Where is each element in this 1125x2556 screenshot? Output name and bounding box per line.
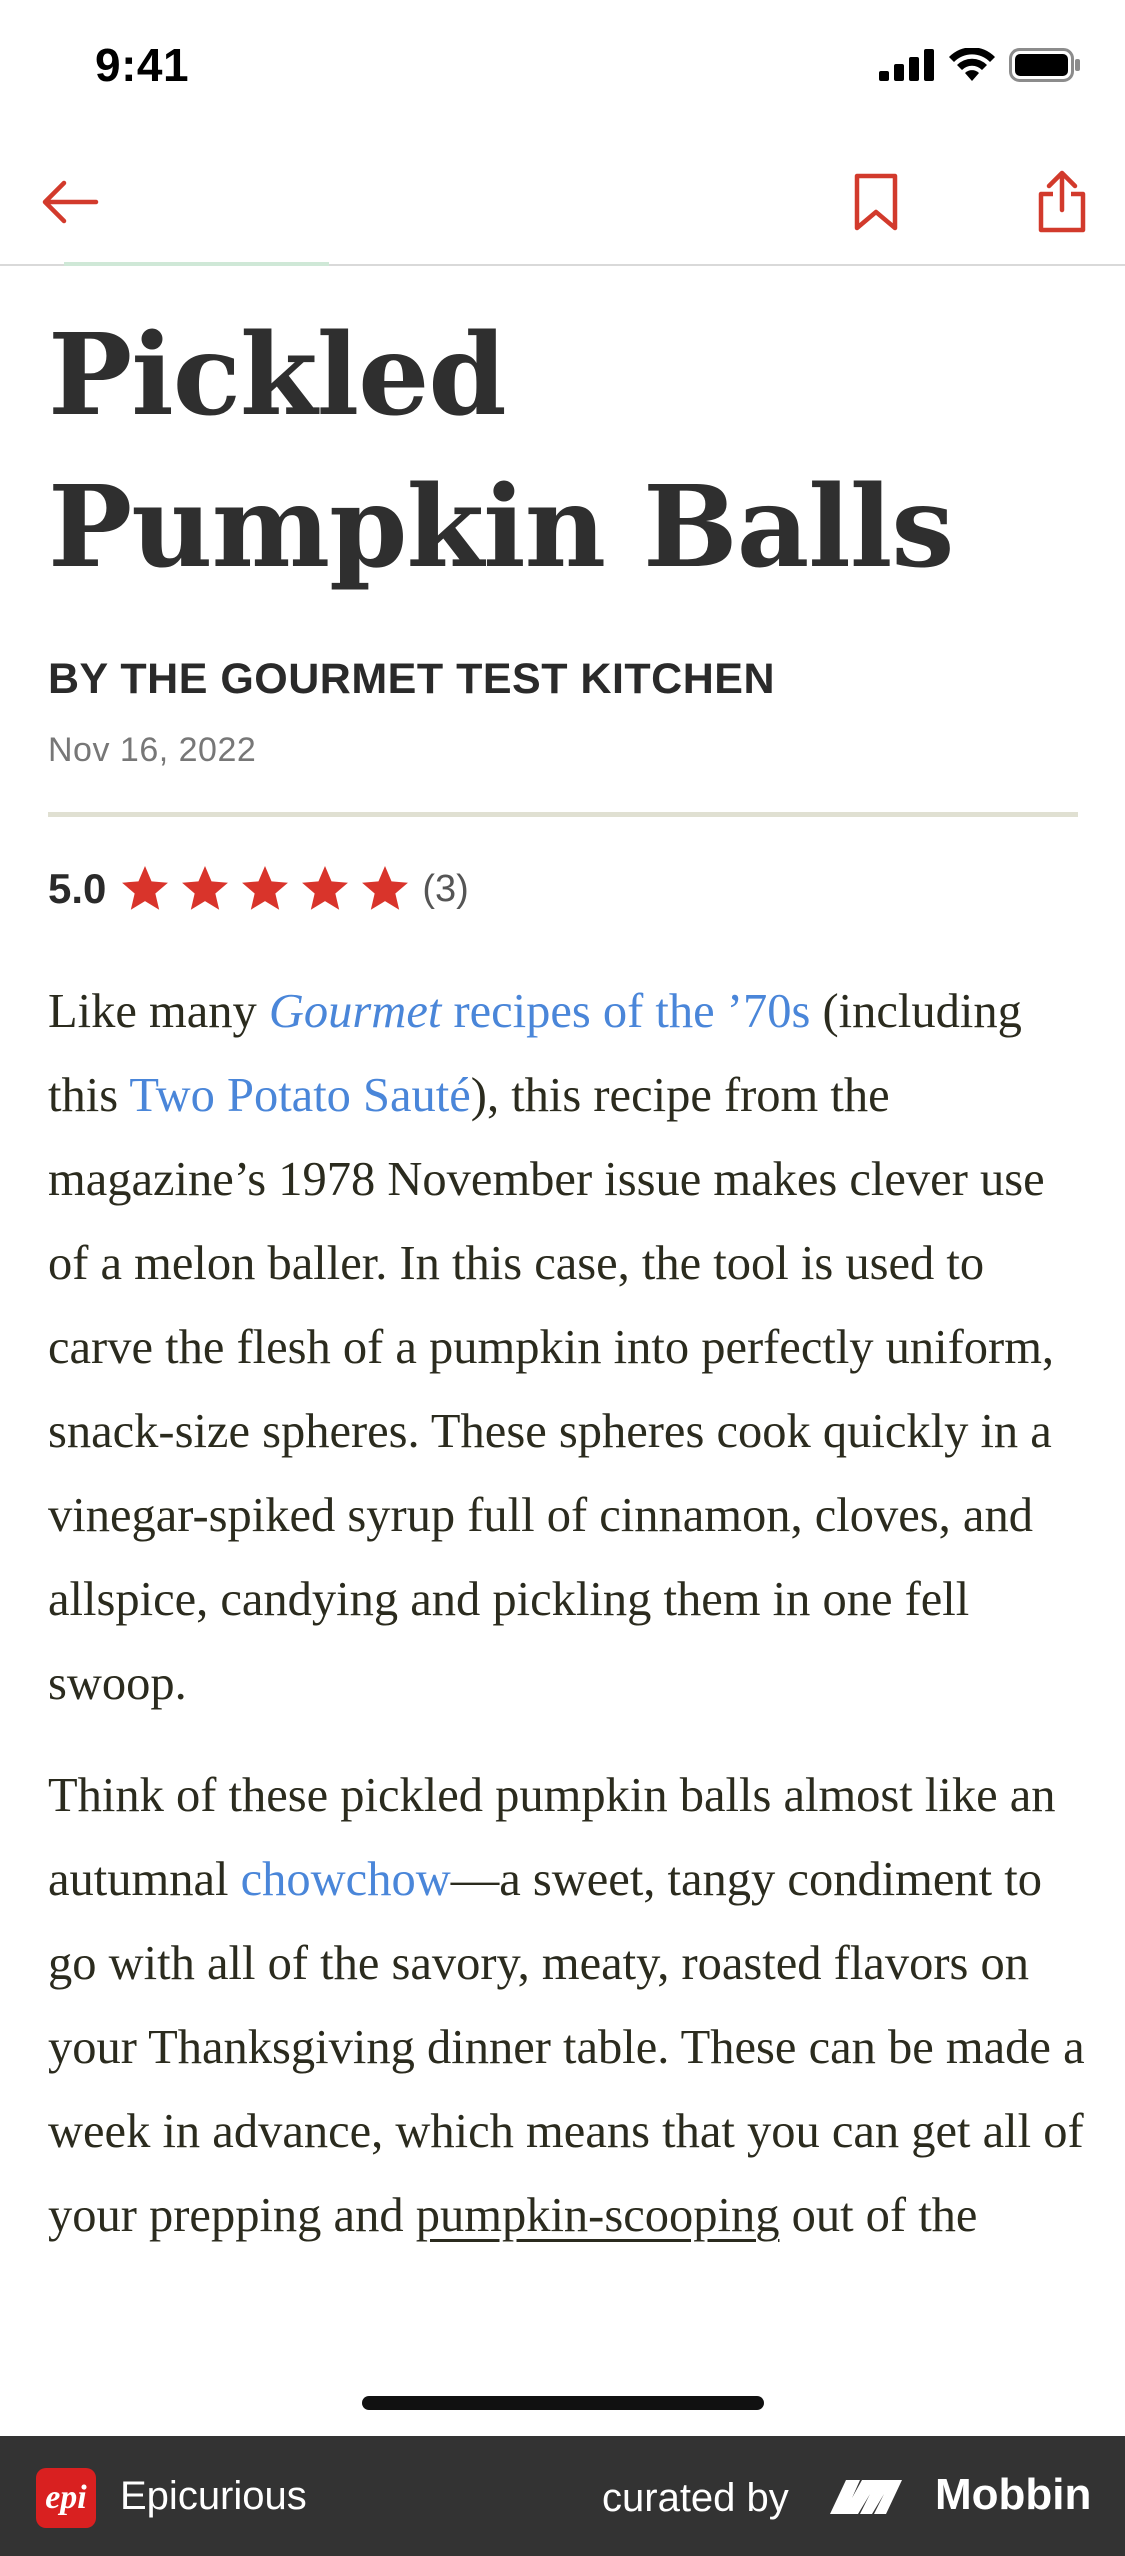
battery-icon <box>1009 48 1080 82</box>
arrow-left-icon <box>42 180 99 224</box>
share-icon <box>1038 170 1086 233</box>
pumpkin-scooping-link[interactable]: pumpkin-scooping <box>416 2189 780 2242</box>
status-bar: 9:41 <box>0 0 1125 130</box>
publish-date: Nov 16, 2022 <box>48 731 257 769</box>
wifi-icon <box>949 48 995 81</box>
text-segment: —a sweet, tangy condiment to go with all… <box>48 1853 1085 2242</box>
paragraph-intro: Like many Gourmet recipes of the ’70s (i… <box>48 970 1088 1726</box>
app-name: Epicurious <box>120 2474 307 2518</box>
bookmark-icon <box>854 173 898 231</box>
epicurious-logo: epi <box>36 2468 96 2528</box>
home-indicator[interactable] <box>362 2396 764 2410</box>
cellular-signal-icon <box>879 49 934 81</box>
text-segment: Like many <box>48 985 269 1038</box>
back-button[interactable] <box>30 162 110 242</box>
text-segment: out of the <box>779 2189 978 2242</box>
rating-value: 5.0 <box>48 865 107 912</box>
text-segment: ), this recipe from the magazine’s 1978 … <box>48 1069 1055 1710</box>
star-icon <box>362 866 409 910</box>
share-button[interactable] <box>1022 162 1102 242</box>
divider <box>48 812 1078 817</box>
rating-stars <box>118 862 412 916</box>
article-body: Like many Gourmet recipes of the ’70s (i… <box>48 970 1088 2286</box>
green-accent-bar <box>64 262 329 266</box>
curated-by-label: curated by <box>602 2476 789 2520</box>
footer-bar: epi Epicurious curated by Mobbin <box>0 2436 1125 2556</box>
chowchow-link[interactable]: chowchow <box>241 1853 451 1906</box>
byline[interactable]: BY THE GOURMET TEST KITCHEN <box>48 655 775 704</box>
brand-name: Mobbin <box>935 2470 1092 2519</box>
star-icon <box>302 866 349 910</box>
star-icon <box>242 866 289 910</box>
recipe-title: Pickled Pumpkin Balls <box>48 310 954 593</box>
status-icons <box>879 48 1081 82</box>
status-time: 9:41 <box>95 39 190 91</box>
star-icon <box>182 866 229 910</box>
star-icon <box>122 866 169 910</box>
gourmet-70s-recipes-link[interactable]: Gourmet recipes of the ’70s <box>269 985 810 1038</box>
link-em: Gourmet <box>268 985 442 1038</box>
rating-count: (3) <box>422 867 469 910</box>
nav-bar <box>0 140 1125 266</box>
rating-row[interactable]: 5.0 (3) <box>48 862 469 916</box>
bookmark-button[interactable] <box>836 162 916 242</box>
link-rest: recipes of the ’70s <box>441 985 811 1038</box>
two-potato-saute-link[interactable]: Two Potato Sauté <box>129 1069 470 1122</box>
paragraph-second: Think of these pickled pumpkin balls alm… <box>48 1754 1088 2258</box>
mobbin-logo-icon <box>830 2480 902 2514</box>
